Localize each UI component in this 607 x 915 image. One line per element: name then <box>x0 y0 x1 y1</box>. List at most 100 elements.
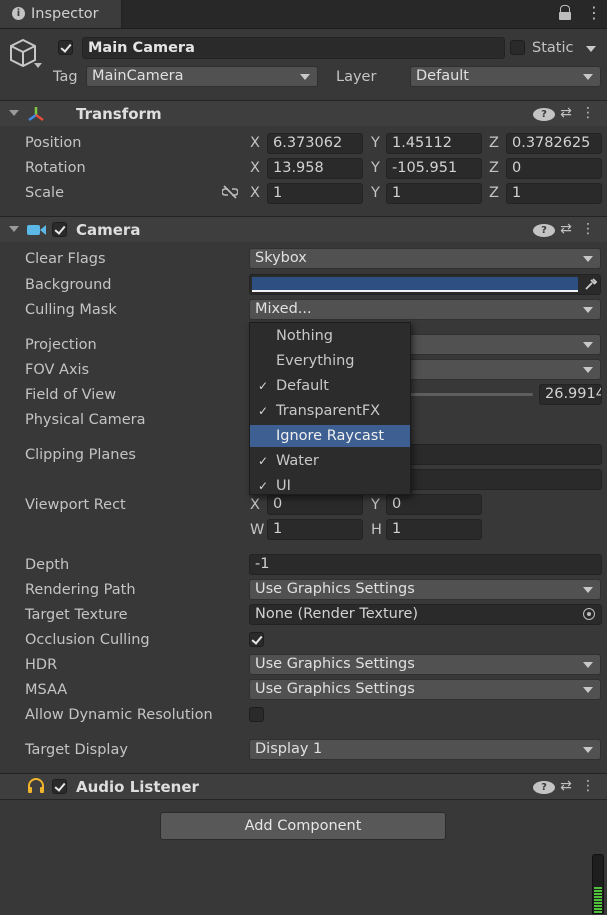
viewport-w-label[interactable]: W <box>250 520 264 540</box>
audio-listener-enabled-checkbox[interactable] <box>52 779 67 794</box>
viewport-h-input[interactable]: 1 <box>386 519 482 540</box>
dynamic-resolution-checkbox[interactable] <box>249 707 264 722</box>
position-y-input[interactable]: 1.45112 <box>386 133 482 154</box>
culling-mask-popup: Nothing Everything ✓ Default ✓ TransparentFX I… <box>249 322 411 495</box>
occlusion-culling-checkbox[interactable] <box>249 632 264 647</box>
foldout-arrow-icon[interactable] <box>9 226 19 232</box>
rotation-z-input[interactable]: 0 <box>506 158 602 179</box>
info-icon: i <box>12 7 25 20</box>
foldout-arrow-icon[interactable] <box>9 110 19 116</box>
context-menu-icon[interactable]: ⋮ <box>577 105 599 121</box>
transform-title: Transform <box>76 105 162 123</box>
preset-icon[interactable]: ⇄ <box>555 105 577 121</box>
context-menu-icon[interactable]: ⋮ <box>577 778 599 794</box>
culling-menu-item-label: Nothing <box>276 328 334 344</box>
viewport-y-input[interactable]: 0 <box>386 494 482 515</box>
rotation-x-label[interactable]: X <box>250 158 260 178</box>
static-dropdown-arrow-icon[interactable] <box>586 46 596 52</box>
check-icon: ✓ <box>258 454 269 468</box>
scale-x-label[interactable]: X <box>250 183 260 203</box>
audio-listener-header[interactable]: Audio Listener ? ⇄ ⋮ <box>0 773 607 799</box>
context-menu-icon[interactable]: ⋮ <box>577 221 599 237</box>
scale-z-input[interactable]: 1 <box>506 183 602 204</box>
culling-mask-dropdown[interactable]: Mixed... <box>249 299 601 320</box>
culling-menu-item-ui[interactable]: ✓ UI <box>250 475 410 497</box>
help-icon[interactable]: ? <box>533 105 555 121</box>
scale-y-input[interactable]: 1 <box>386 183 482 204</box>
target-display-dropdown[interactable]: Display 1 <box>249 739 601 760</box>
camera-enabled-checkbox[interactable] <box>52 222 67 237</box>
rotation-y-label[interactable]: Y <box>371 158 380 178</box>
target-texture-field[interactable]: None (Render Texture) <box>249 604 602 625</box>
depth-input[interactable]: -1 <box>249 554 602 575</box>
chevron-down-icon <box>583 687 593 693</box>
position-x-label[interactable]: X <box>250 133 260 153</box>
clear-flags-label: Clear Flags <box>25 251 106 267</box>
culling-menu-item-label: UI <box>276 478 291 494</box>
background-color-field[interactable] <box>249 274 601 295</box>
culling-menu-item-ignore-raycast[interactable]: Ignore Raycast <box>250 425 410 447</box>
check-icon: ✓ <box>258 379 269 393</box>
scale-z-label[interactable]: Z <box>489 183 499 203</box>
position-z-input[interactable]: 0.3782625 <box>506 133 602 154</box>
transform-header[interactable]: Transform ? ⇄ ⋮ <box>0 100 607 126</box>
position-z-label[interactable]: Z <box>489 133 499 153</box>
tag-label: Tag <box>53 69 78 85</box>
background-alpha-bar <box>252 290 578 292</box>
position-x-input[interactable]: 6.373062 <box>267 133 363 154</box>
viewport-x-input[interactable]: 0 <box>267 494 363 515</box>
camera-title: Camera <box>76 221 141 239</box>
hdr-dropdown[interactable]: Use Graphics Settings <box>249 654 601 675</box>
chevron-down-icon <box>583 74 593 80</box>
physical-camera-label: Physical Camera <box>25 412 146 428</box>
culling-menu-item-default[interactable]: ✓ Default <box>250 375 410 397</box>
viewport-x-label[interactable]: X <box>250 495 260 515</box>
eyedropper-icon[interactable] <box>584 277 598 291</box>
help-icon[interactable]: ? <box>533 778 555 794</box>
projection-label: Projection <box>25 337 97 353</box>
culling-menu-item-label: Everything <box>276 353 355 369</box>
msaa-dropdown[interactable]: Use Graphics Settings <box>249 679 601 700</box>
layer-dropdown[interactable]: Default <box>410 66 601 87</box>
clear-flags-dropdown[interactable]: Skybox <box>249 248 601 269</box>
preset-icon[interactable]: ⇄ <box>555 221 577 237</box>
culling-menu-item-everything[interactable]: Everything <box>250 350 410 372</box>
add-component-button[interactable]: Add Component <box>160 812 446 840</box>
culling-menu-item-water[interactable]: ✓ Water <box>250 450 410 472</box>
active-checkbox[interactable] <box>58 40 73 55</box>
lock-icon-body <box>559 12 571 20</box>
scale-y-label[interactable]: Y <box>371 183 380 203</box>
kebab-menu-icon[interactable]: ⋮ <box>586 4 602 22</box>
culling-menu-item-nothing[interactable]: Nothing <box>250 325 410 347</box>
help-icon[interactable]: ? <box>533 221 555 237</box>
audio-level-meter <box>592 854 604 914</box>
camera-header[interactable]: Camera ? ⇄ ⋮ <box>0 216 607 242</box>
scale-x-input[interactable]: 1 <box>267 183 363 204</box>
rotation-x-input[interactable]: 13.958 <box>267 158 363 179</box>
object-picker-dot <box>587 612 591 616</box>
viewport-h-label[interactable]: H <box>371 520 382 540</box>
msaa-label: MSAA <box>25 682 68 698</box>
fov-input[interactable]: 26.9914 <box>539 384 602 405</box>
chevron-down-icon <box>583 307 593 313</box>
viewport-y-label[interactable]: Y <box>371 495 380 515</box>
culling-menu-item-label: TransparentFX <box>276 403 381 419</box>
viewport-w-input[interactable]: 1 <box>267 519 363 540</box>
preset-icon[interactable]: ⇄ <box>555 778 577 794</box>
object-name-input[interactable]: Main Camera <box>82 37 505 59</box>
transform-icon <box>28 107 44 122</box>
icon-dropdown-arrow-icon[interactable] <box>34 63 42 68</box>
rendering-path-dropdown[interactable]: Use Graphics Settings <box>249 579 601 600</box>
constrain-proportions-icon[interactable] <box>222 185 238 199</box>
chevron-down-icon <box>583 587 593 593</box>
rendering-path-label: Rendering Path <box>25 582 136 598</box>
tag-dropdown[interactable]: MainCamera <box>86 66 318 87</box>
tab-inspector[interactable]: i Inspector <box>0 0 122 28</box>
fov-label: Field of View <box>25 387 117 403</box>
culling-menu-item-transparentfx[interactable]: ✓ TransparentFX <box>250 400 410 422</box>
rotation-z-label[interactable]: Z <box>489 158 499 178</box>
position-y-label[interactable]: Y <box>371 133 380 153</box>
fov-axis-label: FOV Axis <box>25 362 90 378</box>
rotation-y-input[interactable]: -105.951 <box>386 158 482 179</box>
static-checkbox[interactable] <box>510 40 525 55</box>
